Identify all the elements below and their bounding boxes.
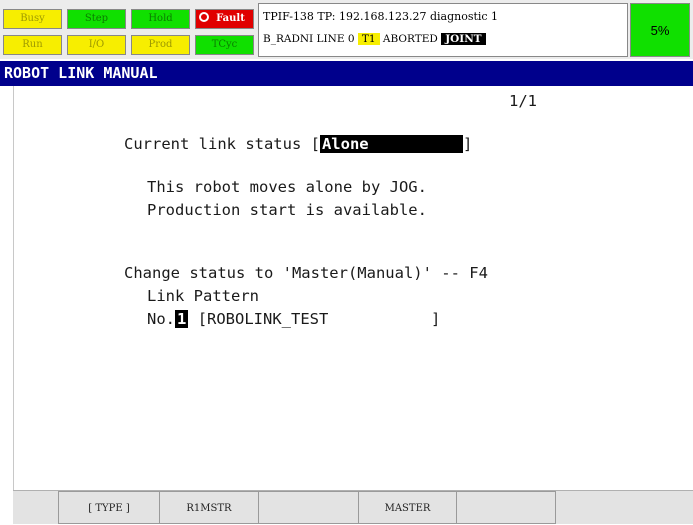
hold-indicator: Hold <box>131 9 190 29</box>
f5-blank-key[interactable] <box>456 491 556 524</box>
override-display[interactable]: 5% <box>630 3 690 57</box>
fault-label: Fault <box>216 13 245 24</box>
fault-indicator: Fault <box>195 9 254 29</box>
header-line2: B_RADNI LINE 0 T1 ABORTED JOINT <box>263 33 486 45</box>
status-bar: Busy Step Hold Fault Run I/O Prod TCyc T… <box>0 0 693 59</box>
screen-left-border <box>13 86 14 490</box>
current-status-line: Current link status [Alone] <box>124 135 472 153</box>
f3-blank-key[interactable] <box>258 491 359 524</box>
current-status-field[interactable]: Alone <box>319 135 463 153</box>
link-pattern-row: No. 1 [ROBOLINK_TEST ] <box>147 310 440 328</box>
change-status-line: Change status to 'Master(Manual)' -- F4 <box>124 264 488 282</box>
no-label: No. <box>147 310 175 328</box>
f4-master-key[interactable]: MASTER <box>358 491 457 524</box>
screen-title: ROBOT LINK MANUAL <box>0 61 693 86</box>
current-status-label: Current link status [ <box>124 135 320 153</box>
prod-indicator: Prod <box>131 35 190 55</box>
io-indicator: I/O <box>67 35 126 55</box>
program-state: ABORTED <box>382 33 438 45</box>
function-key-bar: [ TYPE ] R1MSTR MASTER <box>13 490 693 524</box>
step-indicator: Step <box>67 9 126 29</box>
f2-r1mstr-key[interactable]: R1MSTR <box>159 491 259 524</box>
tcyc-indicator: TCyc <box>195 35 254 55</box>
pattern-name: [ROBOLINK_TEST ] <box>197 310 441 328</box>
current-status-close: ] <box>462 135 473 153</box>
page-indicator: 1/1 <box>509 92 537 110</box>
fault-dot-icon <box>199 12 209 22</box>
f1-type-key[interactable]: [ TYPE ] <box>58 491 160 524</box>
run-indicator: Run <box>3 35 62 55</box>
program-name: B_RADNI LINE 0 <box>263 33 355 45</box>
pattern-number-field[interactable]: 1 <box>175 310 189 328</box>
info-line-1: This robot moves alone by JOG. <box>147 178 427 196</box>
info-line-2: Production start is available. <box>147 201 427 219</box>
busy-indicator: Busy <box>3 9 62 29</box>
tool-badge: T1 <box>357 33 380 45</box>
link-pattern-label: Link Pattern <box>147 287 259 305</box>
header-info: TPIF-138 TP: 192.168.123.27 diagnostic 1… <box>258 3 628 57</box>
coord-badge: JOINT <box>441 33 486 45</box>
header-line1: TPIF-138 TP: 192.168.123.27 diagnostic 1 <box>263 10 499 23</box>
